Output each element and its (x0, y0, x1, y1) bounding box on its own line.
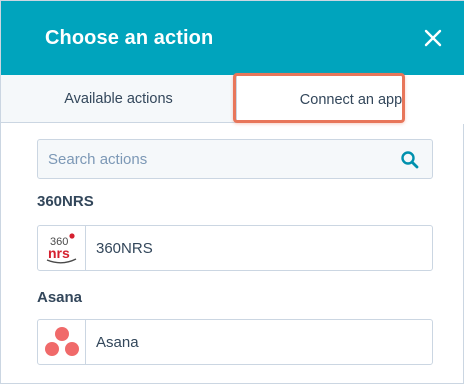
search-box (37, 139, 433, 179)
app-card-360nrs[interactable]: 360 nrs 360NRS (37, 225, 433, 271)
choose-action-panel: Choose an action Available actions Conne… (0, 0, 464, 384)
search-icon[interactable] (400, 150, 420, 170)
tab-label: Connect an app (299, 91, 403, 108)
tab-content: 360NRS 360 nrs 360NRS Asana A (1, 123, 464, 384)
app-name: Asana (96, 334, 139, 351)
panel-header: Choose an action (1, 1, 464, 75)
tab-label: Available actions (64, 91, 173, 107)
360nrs-logo: 360 nrs (38, 226, 86, 270)
asana-logo (38, 320, 86, 364)
app-card-asana[interactable]: Asana (37, 319, 433, 365)
tab-connect-an-app[interactable]: Connect an app (237, 75, 464, 124)
close-icon (424, 29, 442, 47)
search-input[interactable] (38, 140, 388, 178)
close-button[interactable] (419, 24, 447, 52)
panel-title: Choose an action (45, 27, 214, 49)
logo-text-bottom: nrs (48, 245, 70, 261)
tab-available-actions[interactable]: Available actions (1, 75, 237, 123)
section-title-asana: Asana (37, 289, 83, 306)
app-name: 360NRS (96, 240, 153, 257)
section-title-360nrs: 360NRS (37, 193, 94, 210)
tab-bar: Available actions Connect an app (1, 75, 464, 124)
